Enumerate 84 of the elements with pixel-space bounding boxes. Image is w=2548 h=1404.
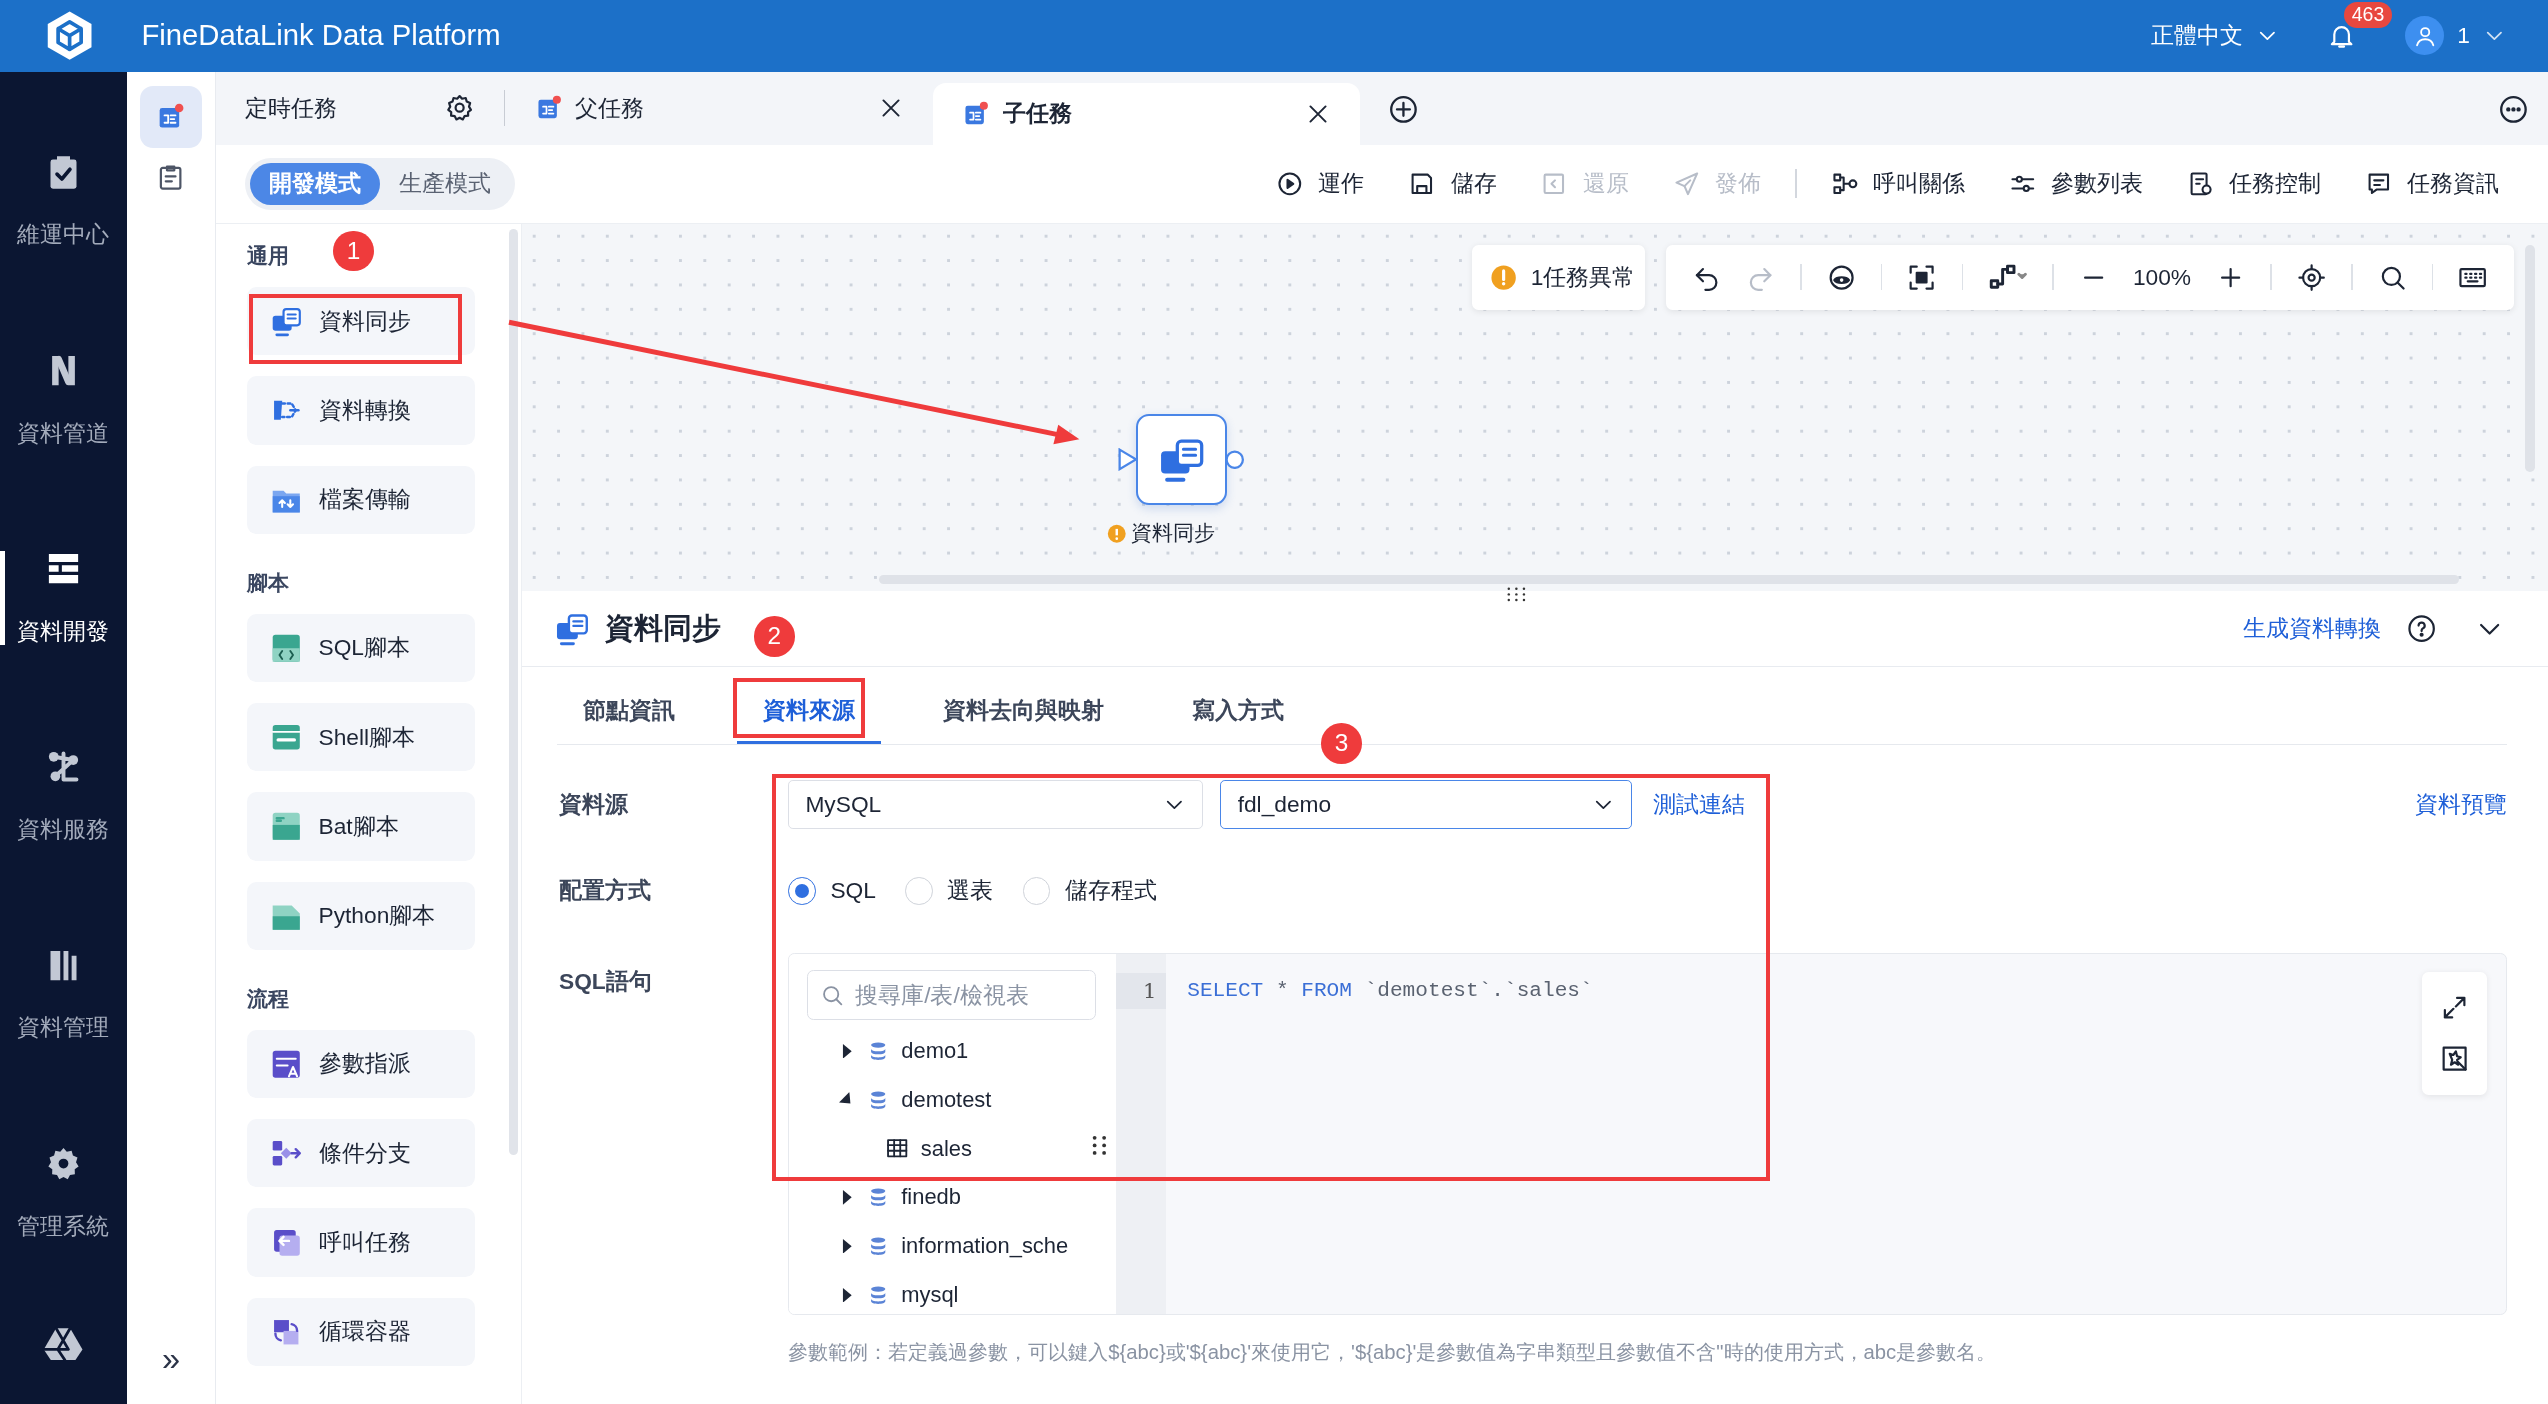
tree-item[interactable]: demo1 <box>807 1026 1116 1076</box>
alert-chip[interactable]: 1任務異常 <box>1472 244 1645 310</box>
nav-item[interactable]: 管理系統 <box>0 1093 127 1292</box>
toolbar-action[interactable]: 呼叫關係 <box>1830 168 1965 200</box>
line-number: 1 <box>1115 973 1167 1009</box>
panel-tab[interactable]: 節點資訊 <box>557 680 702 744</box>
source-type-dropdown[interactable]: MySQL <box>788 780 1203 830</box>
zoom-level: 100% <box>2132 263 2192 291</box>
nav-item[interactable]: 資料服務 <box>0 697 127 896</box>
nav-item[interactable]: 資料開發 <box>0 498 127 698</box>
field-label: 資料源 <box>559 790 629 820</box>
help-icon[interactable] <box>2406 613 2436 644</box>
step-badge: 3 <box>1321 723 1362 764</box>
more-icon[interactable] <box>2497 94 2529 126</box>
app-title: FineDataLink Data Platform <box>141 19 501 53</box>
field-label: SQL語句 <box>559 966 653 996</box>
radio-option[interactable]: 選表 <box>905 875 994 907</box>
nav-item[interactable]: 資料管道 <box>0 300 127 499</box>
output-port-icon[interactable] <box>1225 449 1245 469</box>
user-name: 1 <box>2457 22 2470 50</box>
panel-tab[interactable]: 寫入方式 <box>1165 680 1310 744</box>
language-selector[interactable]: 正體中文 <box>2150 20 2279 52</box>
palette-item[interactable]: Shell腳本 <box>247 703 475 772</box>
step-badge: 2 <box>754 615 795 657</box>
play-icon <box>1276 169 1304 198</box>
step-badge: 1 <box>333 230 374 272</box>
add-tab-icon[interactable] <box>1387 94 1419 126</box>
connection-dropdown[interactable]: fdl_demo <box>1220 780 1632 830</box>
search-field[interactable]: 搜尋庫/表/檢視表 <box>807 969 1097 1021</box>
scrollbar[interactable] <box>508 228 519 1155</box>
expand-button[interactable]: » <box>161 1341 180 1378</box>
test-connection-link[interactable]: 測試連結 <box>1652 789 1745 821</box>
task-node[interactable] <box>1135 413 1227 505</box>
field-label: 配置方式 <box>559 876 652 906</box>
tree-item[interactable]: information_sche <box>807 1221 1116 1271</box>
notification-badge: 463 <box>2343 1 2393 28</box>
mode-option[interactable]: 開發模式 <box>250 162 381 205</box>
panel-tab[interactable]: 資料來源 <box>737 680 882 744</box>
warning-icon <box>1488 262 1518 292</box>
toolbar-action[interactable]: 任務資訊 <box>2365 168 2500 200</box>
toolbar-action[interactable]: 運作 <box>1276 168 1365 200</box>
code-line: SELECT * FROM `demotest`.`sales` <box>1187 977 1593 1005</box>
radio-option[interactable]: 儲存程式 <box>1022 875 1157 907</box>
radio-option[interactable]: SQL <box>788 877 876 905</box>
generate-link[interactable]: 生成資料轉換 <box>2242 613 2381 645</box>
tree-item[interactable]: mysql <box>807 1270 1116 1314</box>
input-port-icon[interactable] <box>1118 447 1138 471</box>
palette-item[interactable]: 呼叫任務 <box>247 1208 475 1277</box>
palette-item[interactable]: Python腳本 <box>247 881 475 950</box>
task-tab[interactable]: 子任務 <box>932 82 1361 145</box>
tree-item[interactable]: demotest <box>807 1075 1116 1125</box>
panel-title: 資料同步 <box>604 610 721 646</box>
palette-item[interactable]: SQL腳本 <box>247 613 475 682</box>
section-title: 流程 <box>247 985 289 1012</box>
section-title: 腳本 <box>247 569 289 596</box>
node-label: 資料同步 <box>1131 520 1215 547</box>
preview-link[interactable]: 資料預覽 <box>2415 789 2508 821</box>
settings-icon[interactable] <box>445 93 475 123</box>
panel-tab[interactable]: 資料去向與映射 <box>916 680 1130 744</box>
palette-item[interactable]: 檔案傳輸 <box>247 465 475 534</box>
mode-option[interactable]: 生產模式 <box>380 162 511 205</box>
task-list-button[interactable] <box>140 86 202 148</box>
palette-item[interactable]: 參數指派 <box>247 1029 475 1098</box>
toolbar-action[interactable]: 參數列表 <box>2008 168 2143 200</box>
hint-text: 參數範例：若定義過參數，可以鍵入${abc}或'${abc}'來使用它，'${abc}'是參數值為字串類型且參數值不含"時的使用方式，abc是參數名。 <box>788 1339 1998 1365</box>
toolbar-action[interactable]: 任務控制 <box>2186 168 2322 200</box>
scrollbar[interactable] <box>879 574 2459 585</box>
send-icon <box>1672 169 1701 198</box>
task-tab[interactable]: 父任務 <box>505 71 933 145</box>
palette-item[interactable]: Bat腳本 <box>247 792 475 861</box>
locate-icon[interactable] <box>2296 262 2327 292</box>
tree-item[interactable]: sales <box>807 1124 1116 1173</box>
palette-item[interactable]: 資料轉換 <box>247 376 475 445</box>
avatar-icon[interactable] <box>2405 16 2445 56</box>
palette-item[interactable]: 循環容器 <box>247 1297 475 1366</box>
palette-item[interactable]: 條件分支 <box>247 1119 475 1188</box>
palette-item[interactable]: 資料同步 <box>247 287 475 356</box>
alert-text: 1任務異常 <box>1530 262 1636 292</box>
task-tab[interactable]: 定時任務 <box>216 71 504 145</box>
nav-item[interactable]: 資料管理 <box>0 895 127 1094</box>
tree-item[interactable]: finedb <box>807 1173 1116 1222</box>
section-title: 通用 <box>247 242 289 269</box>
nav-item[interactable]: 維運中心 <box>0 102 127 301</box>
toolbar-action[interactable]: 儲存 <box>1408 168 1497 200</box>
